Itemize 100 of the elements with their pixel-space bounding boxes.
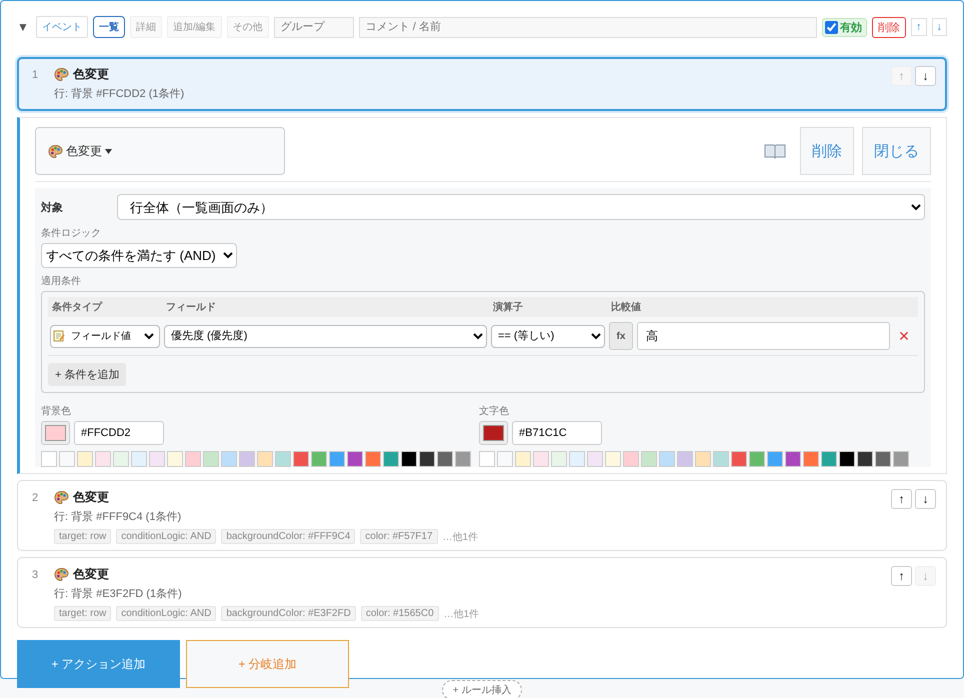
view-tab[interactable]: イベント [36, 16, 88, 38]
move-up-button[interactable]: ↑ [911, 18, 926, 36]
delete-rule-button[interactable]: 削除 [872, 16, 906, 38]
color-swatch[interactable] [569, 451, 585, 467]
condition-type-field[interactable]: フィールド値 [50, 324, 160, 348]
color-swatch[interactable] [149, 451, 165, 467]
property-tag: conditionLogic: AND [116, 529, 216, 544]
insert-rule-button[interactable]: + ルール挿入 [442, 680, 522, 698]
color-swatch[interactable] [221, 451, 237, 467]
action-title: 色変更 [73, 566, 109, 583]
view-tab[interactable]: 一覧 [92, 16, 125, 38]
color-swatch[interactable] [275, 451, 291, 467]
color-swatch[interactable] [839, 451, 855, 467]
color-swatch[interactable] [437, 451, 453, 467]
color-swatch[interactable] [95, 451, 111, 467]
color-swatch[interactable] [311, 451, 327, 467]
color-swatch[interactable] [587, 451, 603, 467]
remove-condition-button[interactable]: ✕ [898, 328, 910, 344]
color-swatch[interactable] [515, 451, 531, 467]
color-swatch[interactable] [479, 451, 495, 467]
action-title: 色変更 [73, 66, 109, 83]
color-swatch[interactable] [749, 451, 765, 467]
target-select[interactable]: 行全体（一覧画面のみ） [117, 194, 925, 220]
color-swatch[interactable] [605, 451, 621, 467]
color-swatch[interactable] [857, 451, 873, 467]
color-swatch[interactable] [167, 451, 183, 467]
color-swatch[interactable] [401, 451, 417, 467]
color-swatch[interactable] [131, 451, 147, 467]
property-tag: backgroundColor: #FFF9C4 [221, 529, 356, 544]
move-up-button[interactable]: ↑ [891, 489, 912, 509]
color-swatch[interactable] [821, 451, 837, 467]
action-type-dropdown[interactable]: 色変更 [35, 127, 285, 175]
move-down-button[interactable]: ↓ [915, 66, 936, 86]
color-swatch[interactable] [677, 451, 693, 467]
operator-select[interactable]: == (等しい) [491, 324, 605, 348]
property-tag: conditionLogic: AND [116, 606, 216, 621]
color-swatch[interactable] [497, 451, 513, 467]
color-swatch[interactable] [329, 451, 345, 467]
palette-icon [48, 144, 63, 158]
action-title: 色変更 [73, 489, 109, 506]
column-header: 演算子 [493, 300, 524, 314]
collapse-toggle[interactable]: ▼ [17, 20, 29, 34]
color-swatch[interactable] [419, 451, 435, 467]
color-swatch[interactable] [731, 451, 747, 467]
hex-field[interactable]: #B71C1C [512, 421, 602, 445]
comment-field[interactable]: コメント / 名前 [358, 16, 817, 38]
color-swatch[interactable] [41, 451, 57, 467]
field-label: 対象 [41, 200, 64, 214]
color-picker[interactable] [41, 421, 70, 445]
color-swatch[interactable] [185, 451, 201, 467]
color-swatch[interactable] [551, 451, 567, 467]
color-swatch[interactable] [239, 451, 255, 467]
color-swatch[interactable] [383, 451, 399, 467]
color-swatch[interactable] [623, 451, 639, 467]
color-swatch[interactable] [203, 451, 219, 467]
property-tag: target: row [54, 606, 112, 621]
color-swatch[interactable] [767, 451, 783, 467]
logic-select[interactable]: すべての条件を満たす (AND) [41, 243, 237, 268]
add-condition-button[interactable]: + 条件を追加 [48, 363, 126, 386]
enabled-checkbox[interactable] [825, 20, 838, 34]
action-card[interactable]: 2 色変更 行: 背景 #FFF9C4 (1条件) target: row conditionLogic: AND backgroundColor: #FFF9C4 color: #F57F17 …他1件 ↑ ↓ [17, 480, 947, 551]
color-swatch[interactable] [641, 451, 657, 467]
color-swatch[interactable] [113, 451, 129, 467]
color-swatch[interactable] [455, 451, 471, 467]
move-up-button[interactable]: ↑ [891, 566, 912, 586]
hex-field[interactable]: #FFCDD2 [74, 421, 164, 445]
color-swatch[interactable] [695, 451, 711, 467]
group-field[interactable]: グループ [274, 16, 354, 38]
color-swatch[interactable] [713, 451, 729, 467]
color-swatch[interactable] [659, 451, 675, 467]
formula-button[interactable]: fx [609, 322, 633, 350]
color-swatch[interactable] [77, 451, 93, 467]
enabled-label: 有効 [840, 20, 862, 34]
value-field[interactable]: 高 [637, 322, 890, 350]
color-swatch[interactable] [365, 451, 381, 467]
caret-icon [105, 148, 112, 154]
move-down-button[interactable]: ↓ [932, 18, 947, 36]
color-swatch[interactable] [533, 451, 549, 467]
action-number: 2 [32, 491, 40, 506]
color-swatch[interactable] [785, 451, 801, 467]
field-select[interactable]: 優先度 (優先度) [164, 324, 487, 348]
property-tag: color: #1565C0 [360, 606, 439, 621]
action-number: 3 [32, 568, 40, 583]
color-picker[interactable] [479, 421, 508, 445]
action-number: 1 [32, 68, 40, 83]
book-icon[interactable] [764, 143, 786, 159]
color-swatch[interactable] [59, 451, 75, 467]
field-label: 適用条件 [41, 274, 82, 288]
condition-type-select[interactable]: フィールド値 [67, 330, 157, 342]
memo-icon [53, 330, 65, 342]
color-swatch[interactable] [875, 451, 891, 467]
field-label: 条件ロジック [41, 227, 102, 240]
color-swatch[interactable] [257, 451, 273, 467]
color-swatch[interactable] [347, 451, 363, 467]
color-swatch[interactable] [293, 451, 309, 467]
action-summary: 行: 背景 #FFF9C4 (1条件) [54, 510, 182, 524]
color-swatch[interactable] [803, 451, 819, 467]
property-tag: target: row [54, 529, 112, 544]
color-swatch[interactable] [893, 451, 909, 467]
move-down-button[interactable]: ↓ [915, 489, 936, 509]
